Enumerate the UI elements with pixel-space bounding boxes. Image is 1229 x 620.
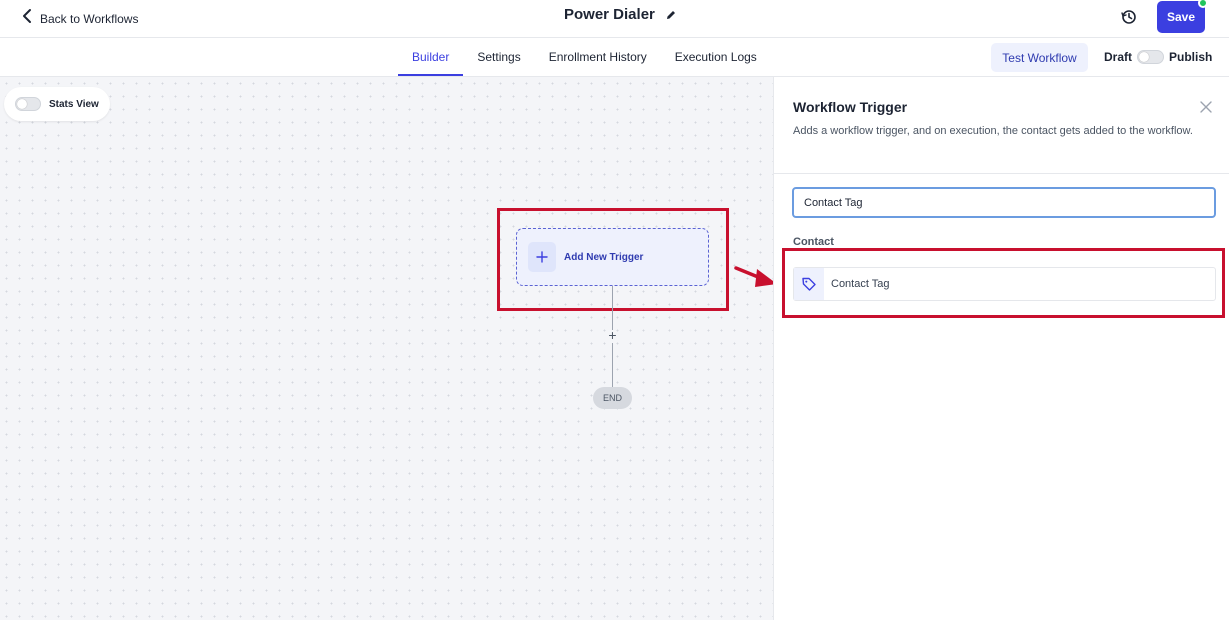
add-new-trigger-card[interactable]: Add New Trigger [516, 228, 709, 286]
back-to-workflows-link[interactable]: Back to Workflows [22, 8, 138, 29]
option-label: Contact Tag [831, 278, 890, 290]
toggle-knob [17, 99, 27, 109]
panel-title: Workflow Trigger [793, 99, 908, 115]
workflow-trigger-panel: Workflow Trigger Adds a workflow trigger… [773, 77, 1229, 620]
tag-icon [794, 268, 824, 300]
workflow-canvas[interactable]: Stats View Add New Trigger + END [0, 77, 773, 620]
stats-view-toggle[interactable] [15, 97, 41, 111]
status-indicator [1198, 0, 1208, 8]
workflow-title: Power Dialer [564, 6, 655, 23]
pencil-icon[interactable] [665, 9, 677, 21]
tabs: Builder Settings Enrollment History Exec… [398, 38, 771, 77]
end-node: END [593, 387, 632, 409]
connector-line [612, 286, 613, 330]
tab-enrollment-history[interactable]: Enrollment History [535, 38, 661, 76]
history-icon[interactable] [1120, 8, 1138, 26]
stats-view-label: Stats View [49, 98, 99, 110]
back-label: Back to Workflows [40, 11, 139, 26]
close-icon[interactable] [1200, 101, 1212, 113]
tab-bar: Builder Settings Enrollment History Exec… [0, 38, 1229, 77]
toggle-knob [1139, 52, 1149, 62]
trigger-option-contact-tag[interactable]: Contact Tag [793, 267, 1216, 301]
panel-description: Adds a workflow trigger, and on executio… [793, 125, 1193, 137]
tab-builder[interactable]: Builder [398, 38, 464, 76]
section-label-contact: Contact [793, 236, 834, 248]
trigger-search-input[interactable] [792, 187, 1216, 218]
add-new-trigger-label: Add New Trigger [564, 251, 644, 263]
test-workflow-button[interactable]: Test Workflow [991, 43, 1088, 72]
top-bar: Back to Workflows Power Dialer Save [0, 0, 1229, 38]
draft-label: Draft [1104, 50, 1133, 64]
panel-header: Workflow Trigger Adds a workflow trigger… [774, 77, 1229, 174]
stats-view-control: Stats View [4, 87, 110, 121]
workflow-title-group: Power Dialer [564, 6, 677, 23]
publish-label: Publish [1169, 50, 1213, 64]
chevron-left-icon [22, 8, 32, 29]
connector-line [612, 343, 613, 387]
publish-toggle[interactable] [1137, 50, 1164, 64]
add-step-button[interactable]: + [605, 328, 620, 343]
save-button[interactable]: Save [1157, 1, 1205, 33]
plus-icon [528, 242, 556, 272]
tab-settings[interactable]: Settings [463, 38, 534, 76]
tab-execution-logs[interactable]: Execution Logs [661, 38, 771, 76]
